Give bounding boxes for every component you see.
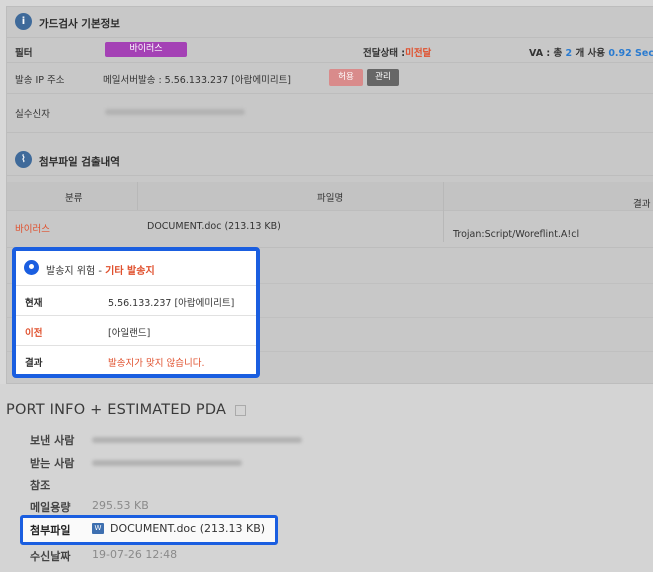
recipient-label: 받는 사람	[30, 457, 75, 470]
date-label: 수신날짜	[30, 550, 71, 563]
sender-risk-popup: 발송지 위험 - 기타 발송지 현재 5.56.133.237 [아랍에미리트]…	[12, 247, 260, 378]
popup-current-value: 5.56.133.237 [아랍에미리트]	[108, 298, 235, 309]
col-filename: 파일명	[317, 193, 344, 204]
word-document-icon: W	[92, 523, 104, 534]
actual-receiver-label: 실수신자	[15, 109, 50, 120]
attach-value[interactable]: DOCUMENT.doc (213.13 KB)	[110, 522, 265, 535]
row-result: Trojan:Script/Woreflint.A!cl	[453, 229, 580, 240]
attach-table-header: 분류 파일명 결과	[7, 182, 653, 242]
attach-label: 첨부파일	[30, 524, 71, 537]
popup-title-highlight: 기타 발송지	[105, 266, 155, 277]
row-category: 바이러스	[15, 224, 50, 235]
delivery-label: 전달상태 :미전달	[363, 48, 432, 59]
allow-button[interactable]: 허용	[329, 69, 363, 86]
popup-previous-label: 이전	[25, 328, 43, 339]
filter-label: 필터	[15, 48, 33, 59]
sender-ip-label: 발송 IP 주소	[15, 75, 65, 86]
popup-title: 발송지 위험 - 기타 발송지	[46, 266, 155, 277]
popup-row-current: 현재 5.56.133.237 [아랍에미리트]	[16, 286, 256, 316]
col-divider	[137, 182, 138, 210]
location-pin-icon	[24, 260, 39, 275]
filter-badge: 바이러스	[105, 42, 187, 57]
basic-info-title: 가드검사 기본정보	[39, 18, 120, 30]
row-filename: DOCUMENT.doc (213.13 KB)	[147, 221, 281, 232]
sender-label: 보낸 사람	[30, 434, 75, 447]
popup-result-value: 발송지가 맞지 않습니다.	[108, 358, 205, 369]
date-value: 19-07-26 12:48	[92, 548, 178, 561]
cc-label: 참조	[30, 479, 51, 492]
actual-receiver-row: 실수신자	[7, 94, 653, 133]
redacted-recipient	[92, 460, 242, 466]
popup-result-label: 결과	[25, 358, 43, 369]
external-link-icon[interactable]	[234, 404, 246, 416]
table-row[interactable]: 바이러스 DOCUMENT.doc (213.13 KB) Trojan:Scr…	[7, 211, 653, 248]
screen: i 가드검사 기본정보 필터 바이러스 전달상태 :미전달 VA : 총 2 개…	[0, 0, 653, 572]
shield-icon: i	[15, 13, 32, 30]
size-value: 295.53 KB	[92, 499, 149, 512]
attach-section-title: 첨부파일 검출내역	[39, 156, 120, 168]
manage-button[interactable]: 관리	[367, 69, 399, 86]
va-time: 0.92 Sec	[608, 48, 653, 59]
col-result: 결과	[633, 199, 651, 210]
paperclip-icon: ⌇	[15, 151, 32, 168]
va-summary: VA : 총 2 개 사용 0.92 Sec	[529, 48, 653, 59]
popup-current-label: 현재	[25, 298, 43, 309]
attach-section-header: ⌇ 첨부파일 검출내역	[7, 145, 653, 176]
col-category: 분류	[65, 193, 83, 204]
basic-info-header: i 가드검사 기본정보	[7, 7, 653, 38]
redacted-address	[105, 109, 245, 115]
size-label: 메일용량	[30, 501, 71, 514]
sender-ip-value: 메일서버발송 : 5.56.133.237 [아랍에미리트]	[103, 75, 292, 86]
popup-header: 발송지 위험 - 기타 발송지	[16, 251, 256, 286]
delivery-status: 미전달	[405, 48, 432, 59]
report-title: PORT INFO + ESTIMATED PDA	[6, 402, 246, 418]
filter-row: 필터 바이러스 전달상태 :미전달 VA : 총 2 개 사용 0.92 Sec	[7, 38, 653, 63]
popup-row-previous: 이전 [아일랜드]	[16, 316, 256, 346]
popup-row-result: 결과 발송지가 맞지 않습니다.	[16, 346, 256, 374]
redacted-sender	[92, 437, 302, 443]
sender-ip-row: 발송 IP 주소 메일서버발송 : 5.56.133.237 [아랍에미리트] …	[7, 63, 653, 94]
popup-previous-value: [아일랜드]	[108, 328, 151, 339]
